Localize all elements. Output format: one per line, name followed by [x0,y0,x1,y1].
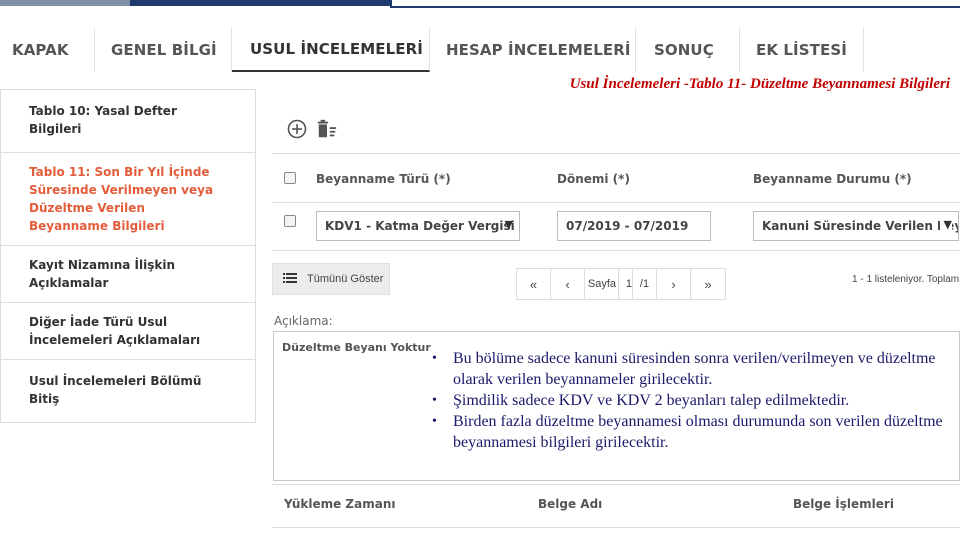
trash-list-icon[interactable] [316,118,338,140]
main-tabs: KAPAK GENEL BİLGİ USUL İNCELEMELERİ HESA… [0,28,864,72]
column-header-status: Beyanname Durumu (*) [753,172,912,186]
page-total: /1 [633,269,657,299]
page-number-input[interactable]: 1 [619,269,633,299]
tab-label: USUL İNCELEMELERİ [250,40,423,58]
sidebar-item-tablo-11[interactable]: Tablo 11: Son Bir Yıl İçinde Süresinde V… [1,153,255,246]
column-header-document-actions: Belge İşlemleri [793,497,894,511]
sidebar-item-kayit-nizami[interactable]: Kayıt Nizamına İlişkin Açıklamalar [1,246,255,303]
tab-label: GENEL BİLGİ [111,41,217,59]
first-page-button[interactable]: « [517,269,551,299]
declaration-type-value: KDV1 - Katma Değer Vergisi [325,219,515,233]
column-header-type: Beyanname Türü (*) [316,172,451,186]
show-all-button[interactable]: Tümünü Göster [272,263,390,295]
show-all-label: Tümünü Göster [307,273,384,285]
top-bar-right [390,0,960,8]
dropdown-arrow-icon: ▼ [504,218,513,231]
documents-table-header: Yükleme Zamanı Belge Adı Belge İşlemleri [272,484,960,528]
select-all-checkbox[interactable] [284,172,296,184]
column-header-upload-time: Yükleme Zamanı [284,497,396,511]
tab-label: EK LİSTESİ [756,41,847,59]
note-item: Şimdilik sadece KDV ve KDV 2 beyanları t… [430,390,950,411]
tab-sonuc[interactable]: SONUÇ [636,28,740,72]
sidebar-item-bolum-bitis[interactable]: Usul İncelemeleri Bölümü Bitiş [1,360,255,422]
declaration-table: Beyanname Türü (*) Dönemi (*) Beyanname … [272,153,960,251]
page-label: Sayfa [585,269,619,299]
last-page-button[interactable]: » [691,269,725,299]
period-value: 07/2019 - 07/2019 [566,219,689,233]
column-header-document-name: Belge Adı [538,497,603,511]
pager: « ‹ Sayfa 1 /1 › » [516,268,726,300]
note-item: Birden fazla düzeltme beyannamesi olması… [430,411,950,453]
sidebar-item-tablo-10[interactable]: Tablo 10: Yasal Defter Bilgileri [1,90,255,153]
declaration-type-select[interactable]: KDV1 - Katma Değer Vergisi ▼ [316,211,520,241]
tab-label: KAPAK [12,41,69,59]
row-checkbox[interactable] [284,215,296,227]
tab-ek-listesi[interactable]: EK LİSTESİ [740,28,864,72]
dropdown-arrow-icon: ▼ [939,218,952,231]
list-icon [283,272,297,287]
tab-genel-bilgi[interactable]: GENEL BİLGİ [95,28,232,72]
tab-hesap-incelemeleri[interactable]: HESAP İNCELEMELERİ [430,28,636,72]
top-bar-left [0,0,130,6]
tab-usul-incelemeleri[interactable]: USUL İNCELEMELERİ [232,28,430,72]
top-bar-middle [130,0,390,6]
tab-kapak[interactable]: KAPAK [0,28,95,72]
description-text: Düzeltme Beyanı Yoktur [282,341,431,354]
declaration-status-select[interactable]: Kanuni Süresinde Verilen Beyanname ▼ [753,211,959,241]
tab-label: HESAP İNCELEMELERİ [446,41,631,59]
note-item: Bu bölüme sadece kanuni süresinden sonra… [430,348,950,390]
table-toolbar [286,118,338,140]
prev-page-button[interactable]: ‹ [551,269,585,299]
column-header-period: Dönemi (*) [557,172,630,186]
plus-circle-icon[interactable] [286,118,308,140]
next-page-button[interactable]: › [657,269,691,299]
table-row: KDV1 - Katma Değer Vergisi ▼ 07/2019 - 0… [272,203,960,251]
declaration-status-value: Kanuni Süresinde Verilen Beyanname [762,219,958,233]
pagination-bar: Tümünü Göster « ‹ Sayfa 1 /1 › » 1 - 1 l… [272,260,960,302]
sidebar: Tablo 10: Yasal Defter Bilgileri Tablo 1… [0,89,256,423]
period-input[interactable]: 07/2019 - 07/2019 [557,211,711,241]
description-label: Açıklama: [274,314,333,328]
slide-heading: Usul İncelemeleri -Tablo 11- Düzeltme Be… [569,76,950,92]
notes-list: Bu bölüme sadece kanuni süresinden sonra… [430,348,950,453]
sidebar-item-diger-iade[interactable]: Diğer İade Türü Usul İncelemeleri Açıkla… [1,303,255,360]
list-count-info: 1 - 1 listeleniyor. Toplam [852,274,960,285]
tab-label: SONUÇ [654,41,714,59]
table-header-row: Beyanname Türü (*) Dönemi (*) Beyanname … [272,153,960,203]
